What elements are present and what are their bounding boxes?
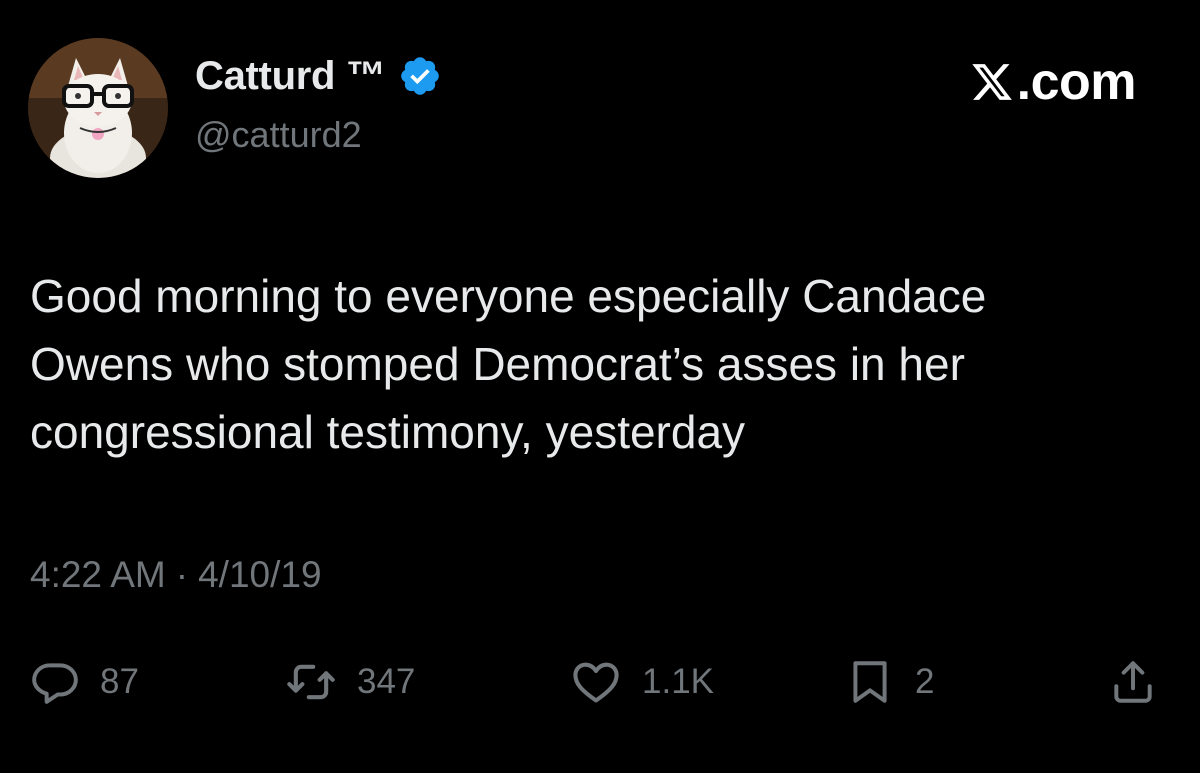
like-count: 1.1K <box>642 662 714 701</box>
author-name-row: Catturd ™ <box>195 50 442 102</box>
share-button[interactable] <box>1108 650 1158 714</box>
reply-icon <box>30 657 80 707</box>
bookmark-button[interactable]: 2 <box>845 650 934 714</box>
verified-badge-icon <box>398 54 442 98</box>
meta-separator: · <box>175 554 189 595</box>
tweet-card: Catturd ™ @catturd2 .com Good morning to… <box>0 0 1200 773</box>
tweet-date[interactable]: 4/10/19 <box>198 554 321 596</box>
retweet-count: 347 <box>357 662 416 701</box>
brand-label: .com <box>1016 53 1137 111</box>
like-button[interactable]: 1.1K <box>570 650 714 714</box>
author-display-name[interactable]: Catturd ™ <box>195 54 386 99</box>
retweet-icon <box>285 656 337 708</box>
x-logo-icon <box>970 60 1014 104</box>
retweet-button[interactable]: 347 <box>285 650 415 714</box>
tweet-body: Good morning to everyone especially Cand… <box>30 270 987 458</box>
brand-watermark: .com <box>970 52 1137 112</box>
tweet-time[interactable]: 4:22 AM <box>30 554 166 596</box>
bookmark-count: 2 <box>915 662 935 701</box>
tweet-meta: 4:22 AM · 4/10/19 <box>30 554 322 596</box>
heart-icon <box>570 656 622 708</box>
reply-button[interactable]: 87 <box>30 650 139 714</box>
author-handle[interactable]: @catturd2 <box>195 114 362 156</box>
author-avatar[interactable] <box>28 38 168 178</box>
share-icon <box>1108 657 1158 707</box>
reply-count: 87 <box>100 662 139 701</box>
bookmark-icon <box>845 657 895 707</box>
cat-with-glasses-avatar-icon <box>28 38 168 178</box>
tweet-actions: 87 347 1.1K 2 <box>30 650 1170 714</box>
